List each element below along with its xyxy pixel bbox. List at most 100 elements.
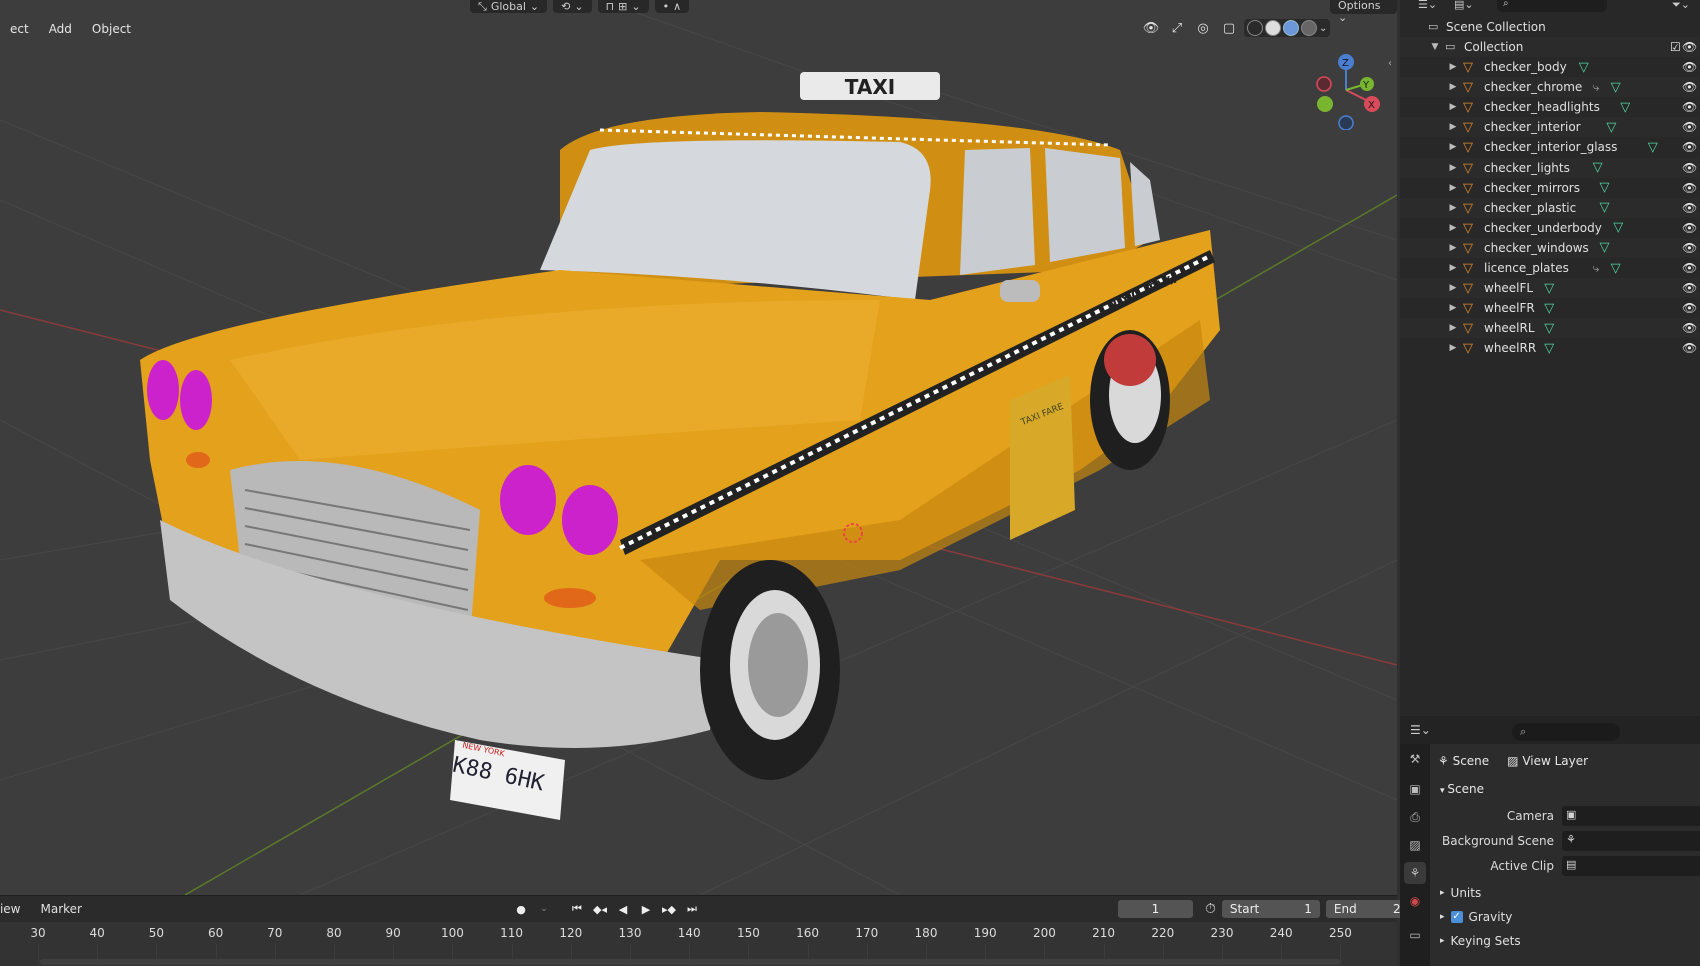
render-tab-icon[interactable]: ▣ <box>1404 778 1426 800</box>
outliner-object-row[interactable]: ▶ ▽ checker_lights ▽ 👁 <box>1400 157 1700 178</box>
outliner-object-row[interactable]: ▶ ▽ wheelFR ▽ 👁 <box>1400 298 1700 318</box>
scene-tab-icon[interactable]: ⚘ <box>1404 862 1426 884</box>
outliner-scene-collection[interactable]: ▭ Scene Collection <box>1400 17 1700 37</box>
chevron-right-icon[interactable]: ▶ <box>1448 142 1458 152</box>
crumb-scene[interactable]: ⚘ Scene <box>1438 754 1489 768</box>
gravity-checkbox[interactable]: ✓ <box>1450 911 1463 923</box>
mesh-data-icon[interactable]: ▽ <box>1611 261 1621 276</box>
mesh-data-icon[interactable]: ▽ <box>1579 60 1589 75</box>
eye-icon[interactable]: 👁 <box>1682 301 1697 315</box>
mesh-data-icon[interactable]: ▽ <box>1544 321 1554 336</box>
visibility-icon[interactable]: 👁 <box>1140 19 1162 37</box>
play-reverse-button[interactable]: ◀ <box>614 900 632 918</box>
jump-start-button[interactable]: ⏮ <box>568 900 586 918</box>
keying-sets-panel-header[interactable]: ▸ Keying Sets <box>1440 934 1521 948</box>
view-layer-tab-icon[interactable]: ▨ <box>1404 834 1426 856</box>
eye-icon[interactable]: 👁 <box>1682 201 1697 215</box>
eye-icon[interactable]: 👁 <box>1682 100 1697 114</box>
world-tab-icon[interactable]: ◉ <box>1404 890 1426 912</box>
start-frame-field[interactable]: Start 1 <box>1221 900 1320 918</box>
navigation-gizmo[interactable]: Z X Y <box>1310 50 1390 130</box>
mesh-data-icon[interactable]: ▽ <box>1600 200 1610 215</box>
timeline-scrollbar[interactable] <box>40 959 1340 965</box>
pivot-dropdown[interactable]: ⟲ ⌄ <box>553 0 592 13</box>
eye-icon[interactable]: 👁 <box>1682 241 1697 255</box>
outliner-object-row[interactable]: ▶ ▽ wheelRR ▽ 👁 <box>1400 338 1700 358</box>
modifier-icon[interactable]: ⤷ <box>1593 80 1600 95</box>
chevron-right-icon[interactable]: ▶ <box>1448 122 1458 132</box>
menu-add[interactable]: Add <box>39 21 82 37</box>
proportional-edit-toggle[interactable]: • ∧ <box>654 0 690 13</box>
chevron-right-icon[interactable]: ▶ <box>1448 323 1458 333</box>
filter-icon[interactable]: ⏷⌄ <box>1672 0 1690 12</box>
chevron-right-icon[interactable]: ▶ <box>1448 183 1458 193</box>
material-shading-button[interactable] <box>1283 20 1299 36</box>
eye-icon[interactable]: 👁 <box>1682 221 1697 235</box>
jump-end-button[interactable]: ⏭ <box>683 900 701 918</box>
editor-type-icon[interactable]: ☰⌄ <box>1418 0 1437 11</box>
eye-icon[interactable]: 👁 <box>1682 181 1697 195</box>
collection-tab-icon[interactable]: ▭ <box>1404 924 1426 946</box>
eye-icon[interactable]: 👁 <box>1682 321 1697 335</box>
chevron-right-icon[interactable]: ▶ <box>1448 62 1458 72</box>
properties-search-input[interactable]: ⌕ <box>1512 723 1620 741</box>
outliner-object-row[interactable]: ▶ ▽ checker_interior_glass ▽ 👁 <box>1400 137 1700 157</box>
overlay-toggle-icon[interactable]: ◎ <box>1192 19 1214 37</box>
mesh-data-icon[interactable]: ▽ <box>1544 301 1554 316</box>
scene-panel-header[interactable]: ▾ Scene <box>1440 782 1484 796</box>
chevron-right-icon[interactable]: ▶ <box>1448 203 1458 213</box>
menu-object[interactable]: Object <box>82 21 141 37</box>
menu-marker[interactable]: Marker <box>30 901 91 917</box>
menu-object-mode[interactable]: ect <box>0 21 39 37</box>
stopwatch-icon[interactable]: ⏱ <box>1205 901 1216 917</box>
outliner-object-row[interactable]: ▶ ▽ checker_underbody ▽ 👁 <box>1400 218 1700 238</box>
eye-icon[interactable]: 👁 <box>1682 40 1697 54</box>
mesh-data-icon[interactable]: ▽ <box>1600 180 1610 195</box>
record-keyframe-button[interactable]: ● <box>512 900 530 918</box>
play-button[interactable]: ▶ <box>637 900 655 918</box>
outliner-object-row[interactable]: ▶ ▽ checker_headlights ▽ 👁 <box>1400 97 1700 117</box>
editor-type-icon[interactable]: ☰⌄ <box>1410 723 1431 737</box>
outliner-object-row[interactable]: ▶ ▽ checker_chrome ⤷ ▽ 👁 <box>1400 77 1700 98</box>
mesh-data-icon[interactable]: ▽ <box>1544 281 1554 296</box>
outliner-object-row[interactable]: ▶ ▽ checker_plastic ▽ 👁 <box>1400 197 1700 218</box>
gravity-panel-header[interactable]: ▸ ✓ Gravity <box>1440 910 1512 924</box>
outliner-object-row[interactable]: ▶ ▽ wheelRL ▽ 👁 <box>1400 318 1700 339</box>
chevron-right-icon[interactable]: ▶ <box>1448 283 1458 293</box>
mesh-data-icon[interactable]: ▽ <box>1593 160 1603 175</box>
chevron-down-icon[interactable]: ▼ <box>1430 42 1440 52</box>
options-dropdown[interactable]: Options ⌄ <box>1330 0 1397 24</box>
eye-icon[interactable]: 👁 <box>1682 60 1697 74</box>
output-tab-icon[interactable]: ⎙ <box>1404 806 1426 828</box>
outliner-object-row[interactable]: ▶ ▽ checker_body ▽ 👁 <box>1400 57 1700 77</box>
orientation-dropdown[interactable]: ⤡ Global ⌄ <box>470 0 548 13</box>
exclude-checkbox-icon[interactable]: ☑ <box>1670 40 1681 54</box>
3d-viewport[interactable]: TAXI N.Y.C. TAXI TAXI FARE NEW YORK K88 … <box>0 0 1397 895</box>
eye-icon[interactable]: 👁 <box>1682 261 1697 275</box>
outliner-search-input[interactable]: ⌕ <box>1497 0 1607 12</box>
solid-shading-button[interactable] <box>1265 20 1281 36</box>
taxi-model[interactable] <box>140 72 1220 820</box>
current-frame-field[interactable]: 1 <box>1118 900 1193 918</box>
chevron-right-icon[interactable]: ▶ <box>1448 82 1458 92</box>
display-mode-icon[interactable]: ▤⌄ <box>1454 0 1474 11</box>
xray-toggle-icon[interactable]: ▢ <box>1218 19 1240 37</box>
outliner-object-row[interactable]: ▶ ▽ checker_interior ▽ 👁 <box>1400 117 1700 138</box>
chevron-right-icon[interactable]: ▶ <box>1448 223 1458 233</box>
wireframe-shading-button[interactable] <box>1247 20 1263 36</box>
active-clip-field[interactable]: ▤ <box>1562 856 1700 876</box>
eye-icon[interactable]: 👁 <box>1682 161 1697 175</box>
chevron-right-icon[interactable]: ▶ <box>1448 163 1458 173</box>
camera-field[interactable]: ▣ <box>1562 806 1700 826</box>
mesh-data-icon[interactable]: ▽ <box>1613 220 1623 235</box>
menu-view[interactable]: View <box>0 901 30 917</box>
prev-keyframe-button[interactable]: ◆◂ <box>591 900 609 918</box>
mesh-data-icon[interactable]: ▽ <box>1600 240 1610 255</box>
mesh-data-icon[interactable]: ▽ <box>1620 100 1630 115</box>
outliner-object-row[interactable]: ▶ ▽ wheelFL ▽ 👁 <box>1400 278 1700 299</box>
mesh-data-icon[interactable]: ▽ <box>1544 341 1554 356</box>
mesh-data-icon[interactable]: ▽ <box>1606 120 1616 135</box>
outliner-collection[interactable]: ▼ ▭ Collection ☑ 👁 <box>1400 37 1700 57</box>
gizmo-toggle-icon[interactable]: ⤢ <box>1166 19 1188 37</box>
snap-dropdown[interactable]: ⊓ ⊞ ⌄ <box>597 0 649 13</box>
